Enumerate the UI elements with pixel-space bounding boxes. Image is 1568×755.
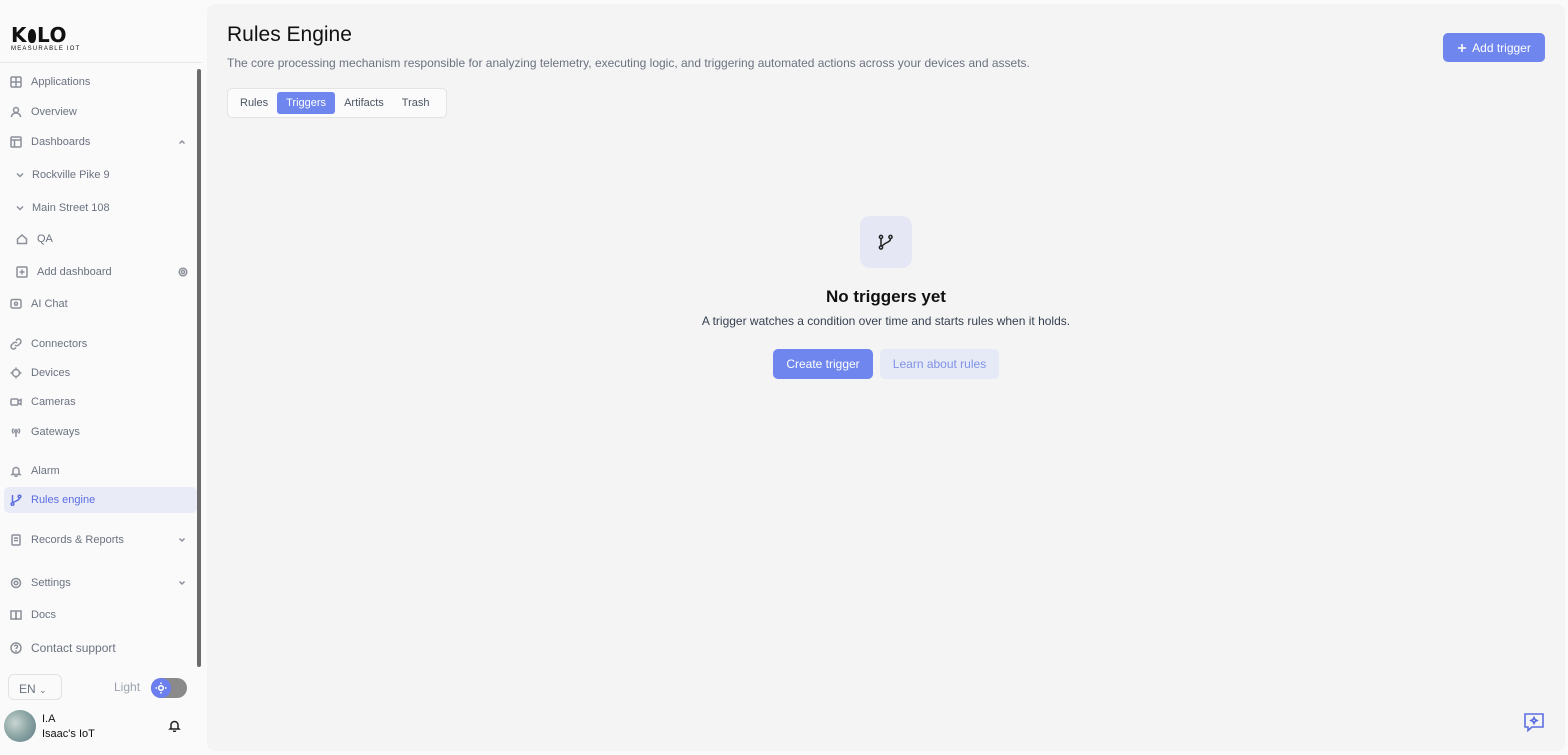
sidebar-item-label: Records & Reports <box>31 534 124 546</box>
sidebar-item-label: AI Chat <box>31 298 68 310</box>
help-icon <box>10 642 22 654</box>
plus-square-icon <box>16 266 28 278</box>
home-icon <box>16 233 28 245</box>
user-name: I.A <box>42 713 56 725</box>
add-trigger-button[interactable]: Add trigger <box>1443 33 1545 62</box>
sidebar-item-devices[interactable]: Devices <box>4 360 197 386</box>
sidebar-item-label: Contact support <box>31 641 116 655</box>
sidebar-item-label: Settings <box>31 577 71 589</box>
sidebar-scrollbar[interactable] <box>197 69 201 667</box>
sidebar-item-label: Main Street 108 <box>32 202 110 214</box>
tab-trash[interactable]: Trash <box>393 92 439 114</box>
sidebar-item-qa[interactable]: QA <box>10 226 197 252</box>
layout-icon <box>10 136 22 148</box>
chevron-up-icon[interactable] <box>177 137 187 147</box>
sidebar-item-label: Dashboards <box>31 136 91 148</box>
chevron-down-icon <box>14 202 26 214</box>
camera-icon <box>10 396 22 408</box>
sidebar-item-label: Rockville Pike 9 <box>32 169 110 181</box>
page-subtitle: The core processing mechanism responsibl… <box>227 56 1030 70</box>
grid-icon <box>10 76 22 88</box>
gear-icon[interactable] <box>178 267 188 277</box>
chevron-down-icon[interactable] <box>177 535 187 545</box>
sidebar-item-settings[interactable]: Settings <box>4 570 197 596</box>
empty-state-title: No triggers yet <box>826 287 946 306</box>
link-icon <box>10 338 22 350</box>
logo-wordmark: K LO <box>11 23 68 47</box>
divider <box>0 62 202 63</box>
git-branch-icon <box>860 216 912 268</box>
sidebar-item-label: Connectors <box>31 338 88 350</box>
git-branch-icon <box>10 494 22 506</box>
gear-icon <box>10 577 22 589</box>
sidebar-item-connectors[interactable]: Connectors <box>4 331 197 357</box>
chat-icon <box>10 298 22 310</box>
sidebar-item-label: Cameras <box>31 396 76 408</box>
sidebar-item-ai-chat[interactable]: AI Chat <box>4 291 197 317</box>
chevron-down-icon[interactable] <box>177 578 187 588</box>
sidebar-item-label: QA <box>37 233 53 245</box>
sidebar-item-main-street-108[interactable]: Main Street 108 <box>4 195 197 221</box>
file-icon <box>10 534 22 546</box>
sidebar-item-label: Add dashboard <box>37 266 112 278</box>
sidebar-item-label: Alarm <box>31 465 60 477</box>
sidebar: K LO MEASURABLE IOT Applications Overview… <box>0 0 205 755</box>
theme-label: Light <box>114 680 141 694</box>
sidebar-item-dashboards[interactable]: Dashboards <box>4 129 197 155</box>
sidebar-item-records-reports[interactable]: Records & Reports <box>4 527 197 553</box>
sidebar-item-label: Overview <box>31 106 77 118</box>
sidebar-item-gateways[interactable]: Gateways <box>4 419 197 445</box>
sidebar-item-rules-engine[interactable]: Rules engine <box>4 487 197 513</box>
tab-triggers[interactable]: Triggers <box>277 92 336 114</box>
notifications-bell-icon[interactable] <box>168 719 181 733</box>
language-value: EN <box>19 682 36 696</box>
tab-artifacts[interactable]: Artifacts <box>335 92 393 114</box>
antenna-icon <box>10 426 22 438</box>
main-panel: Rules Engine The core processing mechani… <box>207 4 1565 751</box>
learn-about-rules-button[interactable]: Learn about rules <box>880 349 999 379</box>
sidebar-item-alarm[interactable]: Alarm <box>4 458 197 484</box>
chevron-down-icon: ⌄ <box>39 685 47 695</box>
sun-icon <box>151 678 171 698</box>
language-select[interactable]: EN ⌄ <box>8 674 62 700</box>
logo-tagline: MEASURABLE IOT <box>11 46 81 52</box>
logo[interactable]: K LO MEASURABLE IOT <box>11 23 91 52</box>
book-icon <box>10 609 22 621</box>
tab-rules[interactable]: Rules <box>231 92 277 114</box>
bell-icon <box>10 465 22 477</box>
sidebar-item-applications[interactable]: Applications <box>4 69 197 95</box>
sidebar-item-label: Gateways <box>31 426 80 438</box>
plus-icon <box>1458 43 1467 52</box>
sidebar-item-label: Devices <box>31 367 71 379</box>
add-trigger-label: Add trigger <box>1472 40 1531 55</box>
feedback-chat-icon[interactable] <box>1523 711 1545 733</box>
create-trigger-button[interactable]: Create trigger <box>773 349 873 379</box>
sidebar-item-label: Rules engine <box>31 494 96 506</box>
empty-state-description: A trigger watches a condition over time … <box>701 314 1071 328</box>
tab-bar: Rules Triggers Artifacts Trash <box>227 88 447 118</box>
user-bar[interactable]: I.A Isaac's IoT <box>0 702 205 755</box>
sidebar-item-docs[interactable]: Docs <box>4 602 197 628</box>
avatar[interactable] <box>4 710 36 742</box>
chevron-down-icon <box>14 169 26 181</box>
user-org: Isaac's IoT <box>42 728 95 740</box>
chip-icon <box>10 367 22 379</box>
sidebar-item-label: Docs <box>31 609 57 621</box>
user-icon <box>10 106 22 118</box>
sidebar-item-overview[interactable]: Overview <box>4 99 197 125</box>
sidebar-item-add-dashboard[interactable]: Add dashboard <box>10 259 197 285</box>
sidebar-item-label: Applications <box>31 76 91 88</box>
sidebar-item-rockville-pike-9[interactable]: Rockville Pike 9 <box>4 162 197 188</box>
sidebar-item-cameras[interactable]: Cameras <box>4 389 197 415</box>
page-title: Rules Engine <box>227 23 352 46</box>
sidebar-item-contact-support[interactable]: Contact support <box>4 635 197 661</box>
theme-toggle[interactable] <box>151 678 187 698</box>
